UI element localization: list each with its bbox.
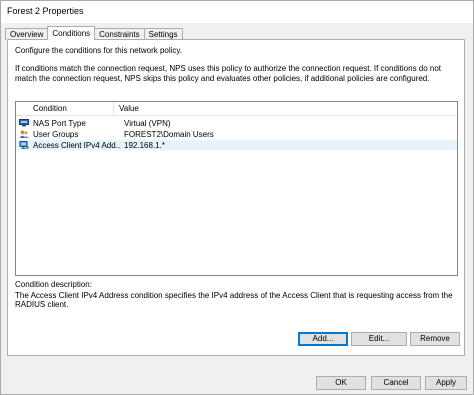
column-header-value[interactable]: Value (114, 102, 457, 115)
condition-name: User Groups (33, 129, 79, 139)
condition-value: 192.168.1.* (124, 140, 165, 150)
condition-value: FOREST2\Domain Users (124, 129, 214, 139)
title-bar: Forest 2 Properties (1, 1, 473, 23)
nas-port-icon (19, 119, 29, 127)
network-client-icon (19, 141, 29, 149)
cancel-button[interactable]: Cancel (371, 376, 421, 390)
add-button[interactable]: Add... (298, 332, 348, 346)
apply-button[interactable]: Apply (425, 376, 467, 390)
edit-button[interactable]: Edit... (351, 332, 407, 346)
conditions-list[interactable]: Condition Value NAS Port Type Virtual (V… (15, 101, 458, 276)
window-title: Forest 2 Properties (7, 6, 84, 16)
condition-name: Access Client IPv4 Add... (33, 140, 121, 150)
explanation-text: If conditions match the connection reque… (15, 64, 442, 83)
remove-button[interactable]: Remove (410, 332, 460, 346)
ok-button[interactable]: OK (316, 376, 366, 390)
list-item[interactable]: User Groups FOREST2\Domain Users (16, 129, 457, 139)
condition-name: NAS Port Type (33, 118, 86, 128)
column-header-condition[interactable]: Condition (16, 102, 114, 115)
condition-value: Virtual (VPN) (124, 118, 171, 128)
list-item-selected[interactable]: Access Client IPv4 Add... 192.168.1.* (16, 140, 457, 150)
tab-conditions[interactable]: Conditions (47, 26, 96, 40)
condition-description-text: The Access Client IPv4 Address condition… (15, 291, 453, 309)
properties-dialog: Forest 2 Properties Overview Conditions … (0, 0, 474, 395)
condition-description-label: Condition description: (15, 280, 92, 289)
list-item[interactable]: NAS Port Type Virtual (VPN) (16, 118, 457, 128)
intro-text: Configure the conditions for this networ… (15, 46, 183, 55)
conditions-panel: Configure the conditions for this networ… (7, 39, 465, 356)
list-header: Condition Value (16, 102, 457, 116)
user-groups-icon (19, 130, 29, 138)
tab-strip: Overview Conditions Constraints Settings (5, 26, 183, 40)
